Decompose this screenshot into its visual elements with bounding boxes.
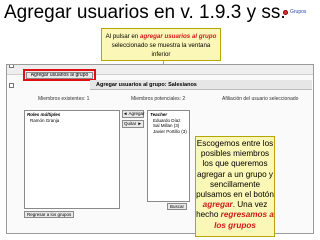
groups-icon (283, 9, 288, 15)
groups-link-label: Grupos (290, 9, 307, 15)
potential-members-heading: Miembros potenciales: 2 (131, 96, 186, 102)
top-callout-highlight: agregar usuarios al grupo (140, 33, 217, 40)
existing-members-heading: Miembros existentes: 1 (38, 96, 90, 102)
potential-members-list[interactable]: Teacher Eduardo Díaz Sal Millan (3) Javi… (147, 110, 190, 202)
existing-members-list[interactable]: Roles múltiples Ramón Granja (24, 110, 120, 209)
right-callout-highlight-2: regresamos a los grupos (214, 210, 274, 230)
screenshot-corner-box (9, 83, 14, 88)
add-member-button[interactable]: ◄ Agregar (122, 110, 144, 118)
affiliation-heading: Afiliación del usuario seleccionado (222, 96, 299, 102)
group-title: Agregar usuarios al grupo: Salesianos (90, 80, 312, 90)
back-to-groups-button[interactable]: Regresar a los grupos (24, 211, 75, 218)
groups-link[interactable]: Grupos (283, 9, 306, 15)
search-button[interactable]: Buscar (167, 203, 188, 210)
list-item[interactable]: Ramón Granja (27, 118, 117, 124)
list-item[interactable]: Javier Portillo (3) (150, 129, 187, 135)
remove-member-button[interactable]: Quitar ► (122, 120, 144, 128)
page-title: Agregar usuarios en v. 1.9.3 y ss. (4, 2, 286, 23)
top-callout-text-1: Al pulsar en (105, 33, 141, 40)
right-callout-text-1: Escogemos entre los posibles miembros lo… (196, 139, 274, 200)
right-callout: Escogemos entre los posibles miembros lo… (195, 136, 275, 237)
top-callout: Al pulsar en agregar usuarios al grupo s… (101, 28, 221, 61)
list-item[interactable]: Eduardo Díaz Sal Millan (3) (150, 118, 187, 129)
top-callout-text-2: seleccionado se muestra la ventana infer… (111, 42, 211, 58)
screenshot-corner-box (9, 65, 14, 68)
add-users-to-group-button[interactable]: Agregar usuarios al grupo (26, 72, 93, 79)
right-callout-highlight-1: agregar (202, 200, 233, 210)
